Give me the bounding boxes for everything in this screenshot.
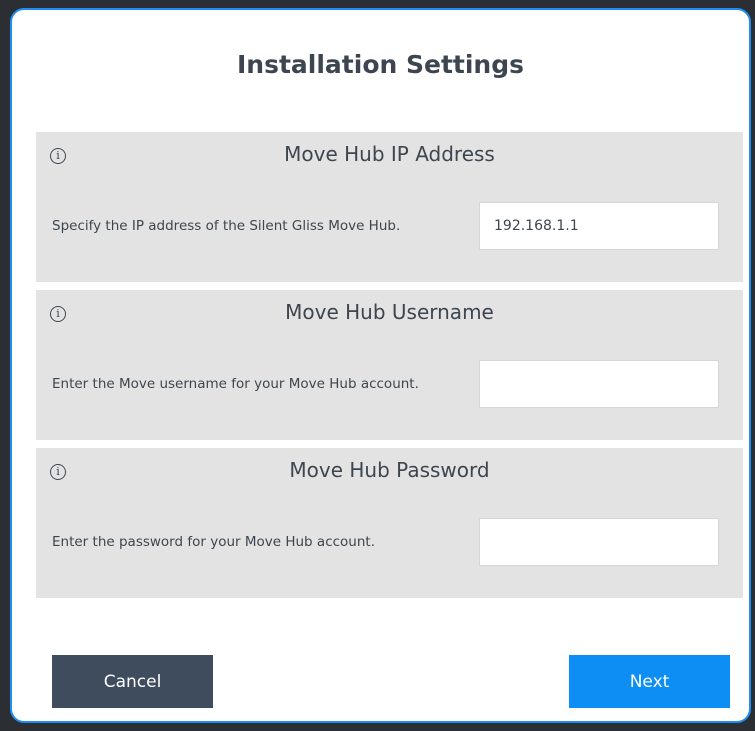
username-title: Move Hub Username <box>285 300 494 324</box>
ip-address-title: Move Hub IP Address <box>284 142 495 166</box>
ip-address-description: Specify the IP address of the Silent Gli… <box>52 218 401 234</box>
password-title: Move Hub Password <box>289 458 490 482</box>
ip-address-input[interactable] <box>479 202 719 250</box>
ip-address-section: i Move Hub IP Address Specify the IP add… <box>36 132 743 282</box>
username-input[interactable] <box>479 360 719 408</box>
dialog-title: Installation Settings <box>236 50 524 79</box>
password-input[interactable] <box>479 518 719 566</box>
installation-settings-dialog: Installation Settings i Move Hub IP Addr… <box>10 8 751 723</box>
username-description: Enter the Move username for your Move Hu… <box>52 376 419 392</box>
cancel-button[interactable]: Cancel <box>52 655 213 708</box>
next-button[interactable]: Next <box>569 655 730 708</box>
password-description: Enter the password for your Move Hub acc… <box>52 534 375 550</box>
password-section: i Move Hub Password Enter the password f… <box>36 448 743 598</box>
username-section: i Move Hub Username Enter the Move usern… <box>36 290 743 440</box>
app-frame: Installation Settings i Move Hub IP Addr… <box>0 0 755 731</box>
